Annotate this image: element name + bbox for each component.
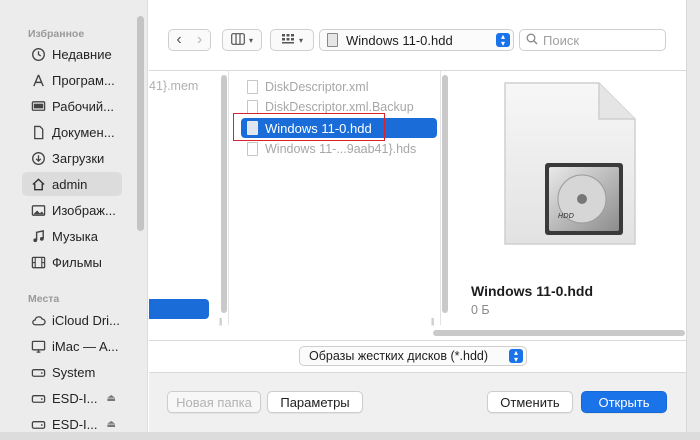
sidebar-item-imac[interactable]: iMac — A... [22, 334, 122, 358]
sidebar-item-label: admin [52, 176, 88, 192]
chevron-left-icon: ‹ [176, 31, 182, 48]
path-popup-value: Windows 11-0.hdd [346, 32, 453, 48]
film-icon [30, 254, 46, 270]
document-icon [30, 124, 46, 140]
dialog-footer: Новая папка Параметры Отменить Открыть [149, 372, 686, 440]
sidebar-item-applications[interactable]: Програм... [22, 68, 122, 92]
file-format-value: Образы жестких дисков (*.hdd) [309, 349, 489, 363]
window-bottom-edge [0, 432, 700, 440]
home-icon [30, 176, 46, 192]
document-icon [247, 142, 258, 156]
window-edge [686, 0, 700, 440]
sidebar-item-label: Докумен... [52, 124, 115, 140]
columns-view-icon [231, 32, 245, 48]
document-icon [247, 80, 258, 94]
music-icon [30, 228, 46, 244]
preview-file-size: 0 Б [471, 303, 490, 317]
stepper-icon: ▴ ▾ [509, 349, 523, 364]
cancel-button[interactable]: Отменить [487, 391, 573, 413]
chevron-down-icon: ▾ [298, 35, 303, 45]
file-format-popup[interactable]: Образы жестких дисков (*.hdd) ▴ ▾ [299, 346, 527, 366]
options-button[interactable]: Параметры [267, 391, 363, 413]
photo-icon [30, 202, 46, 218]
sidebar-item-label: Изображ... [52, 202, 116, 218]
horizontal-scrollbar[interactable] [433, 330, 685, 336]
preview-file-name: Windows 11-0.hdd [471, 283, 593, 299]
column-1-scrollbar[interactable] [221, 75, 227, 313]
sidebar-item-label: Програм... [52, 72, 115, 88]
download-icon [30, 150, 46, 166]
file-name: Windows 11-...9aab41}.hds [265, 142, 417, 156]
sidebar-item-label: Музыка [52, 228, 98, 244]
clock-icon [30, 46, 46, 62]
group-button[interactable]: ▾ [270, 29, 314, 51]
sidebar-item-label: iMac — A... [52, 338, 119, 354]
open-button[interactable]: Открыть [581, 391, 667, 413]
eject-icon[interactable]: ⏏ [107, 419, 116, 430]
column-2-scrollbar[interactable] [442, 75, 448, 313]
document-icon [247, 100, 258, 114]
sidebar-item-label: ESD-I... [52, 390, 98, 406]
column-1-selected-row[interactable] [149, 299, 209, 319]
sidebar-item-movies[interactable]: Фильмы [22, 250, 122, 274]
disk-icon [30, 416, 46, 432]
new-folder-button[interactable]: Новая папка [167, 391, 261, 413]
search-icon [526, 33, 538, 48]
disk-icon [30, 364, 46, 380]
column-resize-handle[interactable]: || [219, 317, 222, 326]
search-field[interactable]: Поиск [519, 29, 666, 51]
chevron-right-icon: › [196, 31, 203, 48]
browser-column-1: 41}.mem || [149, 71, 229, 326]
sidebar-item-label: Загрузки [52, 150, 105, 166]
disk-label: HDD [558, 212, 575, 220]
preview-pane: HDD Windows 11-0.hdd 0 Б [459, 71, 686, 325]
back-button[interactable]: ‹ [168, 29, 190, 51]
disk-icon [30, 390, 46, 406]
chevron-down-icon: ▾ [248, 35, 253, 45]
hdd-file-icon [327, 33, 338, 47]
file-row[interactable]: Windows 11-...9aab41}.hds [241, 139, 437, 159]
sidebar-scrollbar[interactable] [137, 16, 144, 231]
highlight-annotation-box [233, 113, 385, 141]
desktop-icon [30, 98, 46, 114]
monitor-icon [30, 338, 46, 354]
browser-column-2: DiskDescriptor.xml DiskDescriptor.xml.Ba… [231, 71, 441, 326]
sidebar-item-label: ESD-I... [52, 416, 98, 432]
sidebar-item-downloads[interactable]: Загрузки [22, 146, 122, 170]
cloud-icon [30, 312, 46, 328]
column-resize-handle[interactable]: || [431, 317, 434, 326]
sidebar-locations-header: Места [28, 293, 60, 305]
sidebar-item-label: Рабочий... [52, 98, 114, 114]
forward-button[interactable]: › [189, 29, 211, 51]
format-bar: Образы жестких дисков (*.hdd) ▴ ▾ [149, 340, 686, 370]
applications-icon [30, 72, 46, 88]
file-name: DiskDescriptor.xml [265, 80, 369, 94]
stepper-icon: ▴ ▾ [496, 33, 510, 48]
sidebar-item-desktop[interactable]: Рабочий... [22, 94, 122, 118]
sidebar-item-system[interactable]: System [22, 360, 122, 384]
sidebar-item-label: System [52, 364, 96, 380]
sidebar-item-esd-1[interactable]: ESD-I... ⏏ [22, 386, 122, 410]
sidebar-favorites-header: Избранное [28, 28, 85, 40]
sidebar: Избранное Недавние Програм... Рабочий...… [0, 0, 148, 440]
grid-group-icon [281, 33, 295, 48]
sidebar-item-music[interactable]: Музыка [22, 224, 122, 248]
sidebar-item-icloud[interactable]: iCloud Dri... [22, 308, 122, 332]
sidebar-item-pictures[interactable]: Изображ... [22, 198, 122, 222]
sidebar-item-documents[interactable]: Докумен... [22, 120, 122, 144]
view-mode-button[interactable]: ▾ [222, 29, 262, 51]
sidebar-item-label: Недавние [52, 46, 112, 62]
sidebar-item-label: iCloud Dri... [52, 312, 120, 328]
file-name: DiskDescriptor.xml.Backup [265, 100, 414, 114]
sidebar-item-recents[interactable]: Недавние [22, 42, 122, 66]
path-popup[interactable]: Windows 11-0.hdd ▴ ▾ [319, 29, 514, 51]
column-1-file-label[interactable]: 41}.mem [149, 79, 198, 93]
sidebar-item-admin[interactable]: admin [22, 172, 122, 196]
file-row[interactable]: DiskDescriptor.xml [241, 77, 437, 97]
sidebar-item-label: Фильмы [52, 254, 102, 270]
column-browser: 41}.mem || DiskDescriptor.xml DiskDescri… [149, 70, 686, 334]
eject-icon[interactable]: ⏏ [107, 393, 116, 404]
search-placeholder: Поиск [543, 32, 580, 48]
hdd-document-preview-icon: HDD [504, 82, 636, 245]
